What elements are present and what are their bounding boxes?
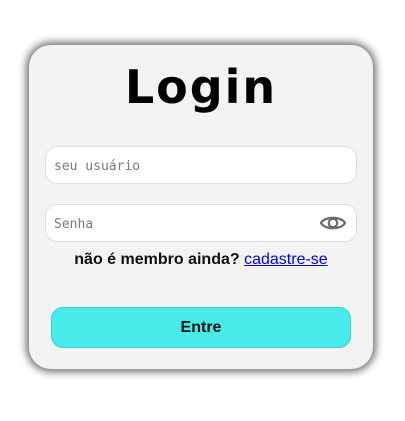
signup-link[interactable]: cadastre-se: [244, 251, 328, 268]
login-title: Login: [29, 61, 373, 113]
login-card: Login não é membro ainda? cadastre-se En…: [29, 45, 373, 369]
password-input[interactable]: [52, 205, 316, 243]
username-field[interactable]: [45, 146, 357, 185]
signup-prompt-text: não é membro ainda?: [74, 251, 240, 268]
submit-button[interactable]: Entre: [51, 307, 351, 348]
eye-icon[interactable]: [319, 211, 347, 235]
password-field[interactable]: [45, 204, 357, 243]
username-input[interactable]: [52, 147, 316, 185]
signup-prompt: não é membro ainda? cadastre-se: [29, 250, 373, 270]
login-title-text: Login: [124, 60, 278, 114]
